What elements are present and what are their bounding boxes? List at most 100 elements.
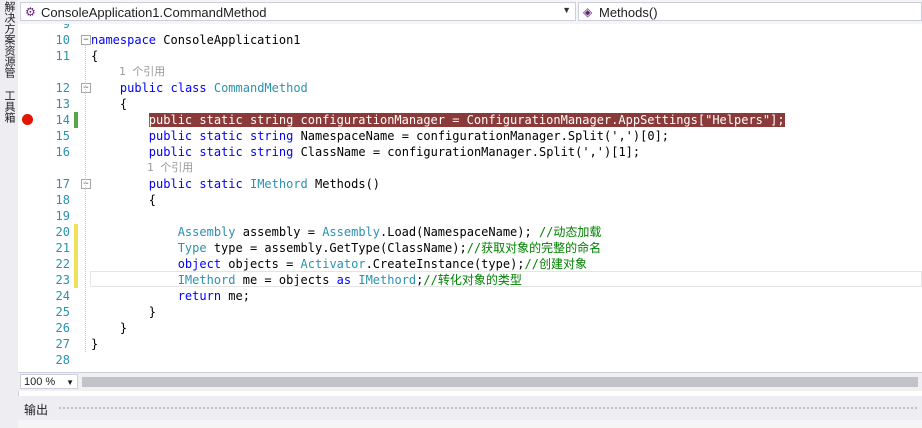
line-number: 23 bbox=[55, 273, 70, 287]
horizontal-scrollbar[interactable] bbox=[82, 377, 918, 387]
references-label[interactable]: 1 个引用 bbox=[147, 160, 193, 176]
chevron-down-icon[interactable]: ▼ bbox=[562, 5, 571, 15]
line-number: 13 bbox=[55, 97, 70, 111]
line-number: 26 bbox=[55, 321, 70, 335]
code-lens-references[interactable]: 1 个引用 bbox=[18, 64, 922, 80]
code-token: //创建对象 bbox=[524, 257, 587, 271]
code-token: objects = bbox=[221, 257, 301, 271]
left-tool-strip: 解决方案资源管理器 工具箱 bbox=[0, 0, 19, 428]
code-token: IMethord bbox=[249, 177, 308, 191]
output-panel-header: 输出 bbox=[18, 396, 922, 420]
solution-explorer-tab[interactable]: 解决方案资源管理器 bbox=[1, 0, 17, 78]
code-text[interactable]: { bbox=[91, 48, 98, 64]
code-line[interactable]: 20 Assembly assembly = Assembly.Load(Nam… bbox=[18, 224, 922, 240]
code-token: { bbox=[91, 49, 99, 63]
change-marker bbox=[74, 272, 78, 288]
code-line[interactable]: 10 − namespace ConsoleApplication1 bbox=[18, 32, 922, 48]
code-text[interactable]: object objects = Activator.CreateInstanc… bbox=[91, 256, 587, 272]
code-token: } bbox=[91, 305, 157, 319]
code-text[interactable]: public class CommandMethod bbox=[91, 80, 308, 96]
output-panel-title[interactable]: 输出 bbox=[24, 401, 48, 418]
code-token: } bbox=[91, 321, 128, 335]
code-line[interactable]: 21 Type type = assembly.GetType(ClassNam… bbox=[18, 240, 922, 256]
panel-grip[interactable] bbox=[58, 406, 918, 411]
references-label[interactable]: 1 个引用 bbox=[119, 64, 165, 80]
code-text[interactable]: Type type = assembly.GetType(ClassName);… bbox=[91, 240, 601, 256]
code-text[interactable]: public static string configurationManage… bbox=[91, 112, 785, 128]
code-text[interactable]: } bbox=[91, 304, 156, 320]
code-line[interactable]: 15 public static string NamespaceName = … bbox=[18, 128, 922, 144]
code-token: me; bbox=[221, 289, 250, 303]
code-token: Activator bbox=[300, 257, 366, 271]
line-number: 10 bbox=[55, 33, 70, 47]
code-line[interactable]: 28 bbox=[18, 352, 922, 368]
collapse-icon[interactable]: − bbox=[81, 83, 91, 93]
line-number: 22 bbox=[55, 257, 70, 271]
code-text[interactable]: public static IMethord Methods() bbox=[91, 176, 380, 192]
code-line[interactable]: 14 public static string configurationMan… bbox=[18, 112, 922, 128]
code-token: public bbox=[119, 81, 164, 95]
zoom-dropdown[interactable]: 100 % ▼ bbox=[20, 374, 78, 389]
code-line[interactable]: 19 bbox=[18, 208, 922, 224]
zoom-value: 100 % bbox=[24, 376, 56, 388]
type-dropdown-value: ConsoleApplication1.CommandMethod bbox=[41, 5, 267, 20]
line-number: 27 bbox=[55, 337, 70, 351]
code-line[interactable]: 13 { bbox=[18, 96, 922, 112]
line-number: 25 bbox=[55, 305, 70, 319]
code-line[interactable]: 27} bbox=[18, 336, 922, 352]
code-line[interactable]: 17 − public static IMethord Methods() bbox=[18, 176, 922, 192]
line-number: 16 bbox=[55, 145, 70, 159]
code-line[interactable]: 24 return me; bbox=[18, 288, 922, 304]
member-dropdown[interactable]: ◈ Methods() bbox=[578, 2, 922, 21]
code-token: namespace bbox=[91, 33, 157, 47]
code-text[interactable]: namespace ConsoleApplication1 bbox=[91, 32, 301, 48]
code-line[interactable]: 18 { bbox=[18, 192, 922, 208]
code-text[interactable]: } bbox=[91, 336, 98, 352]
collapse-icon[interactable]: − bbox=[81, 179, 91, 189]
code-token: static bbox=[199, 129, 243, 143]
code-token: Assembly bbox=[177, 225, 236, 239]
code-token: //获取对象的完整的命名 bbox=[466, 241, 602, 255]
code-line[interactable]: 26 } bbox=[18, 320, 922, 336]
code-text[interactable]: return me; bbox=[91, 288, 250, 304]
code-token: //动态加载 bbox=[538, 225, 602, 239]
code-text[interactable]: { bbox=[91, 96, 127, 112]
collapse-icon[interactable]: − bbox=[81, 35, 91, 45]
code-token: )[0]; bbox=[632, 129, 670, 143]
code-token: class bbox=[170, 81, 207, 95]
code-text[interactable]: public static string ClassName = configu… bbox=[91, 144, 640, 160]
code-token: NamespaceName = configurationManager.Spl… bbox=[293, 129, 633, 143]
code-token: string bbox=[249, 145, 294, 159]
code-text[interactable]: } bbox=[91, 320, 127, 336]
code-text[interactable]: public static string NamespaceName = con… bbox=[91, 128, 669, 144]
code-editor[interactable]: 9 10− namespace ConsoleApplication1 11{1 个… bbox=[18, 24, 922, 372]
code-line[interactable]: 12 − public class CommandMethod bbox=[18, 80, 922, 96]
code-token: .Load(NamespaceName); bbox=[380, 225, 539, 239]
code-token: } bbox=[91, 337, 99, 351]
breakpoint-icon[interactable] bbox=[22, 114, 33, 125]
code-text[interactable]: { bbox=[91, 192, 156, 208]
code-line[interactable]: 11 { bbox=[18, 48, 922, 64]
code-token: Methods() bbox=[307, 177, 381, 191]
type-dropdown[interactable]: ⚙ ConsoleApplication1.CommandMethod ▼ bbox=[20, 2, 576, 21]
code-lens-references[interactable]: 1 个引用 bbox=[18, 160, 922, 176]
code-token: static bbox=[199, 145, 243, 159]
code-token: { bbox=[91, 97, 128, 111]
chevron-down-icon[interactable]: ▼ bbox=[66, 375, 74, 390]
code-token: return bbox=[177, 289, 222, 303]
line-number: 11 bbox=[55, 49, 70, 63]
toolbox-tab[interactable]: 工具箱 bbox=[1, 86, 17, 126]
code-line[interactable]: 25 } bbox=[18, 304, 922, 320]
code-token: type = assembly.GetType(ClassName); bbox=[206, 241, 467, 255]
code-line[interactable]: 16 public static string ClassName = conf… bbox=[18, 144, 922, 160]
code-text[interactable]: Assembly assembly = Assembly.Load(Namesp… bbox=[91, 224, 602, 240]
code-line[interactable]: 22 object objects = Activator.CreateInst… bbox=[18, 256, 922, 272]
line-number: 20 bbox=[55, 225, 70, 239]
line-number: 28 bbox=[55, 353, 70, 367]
